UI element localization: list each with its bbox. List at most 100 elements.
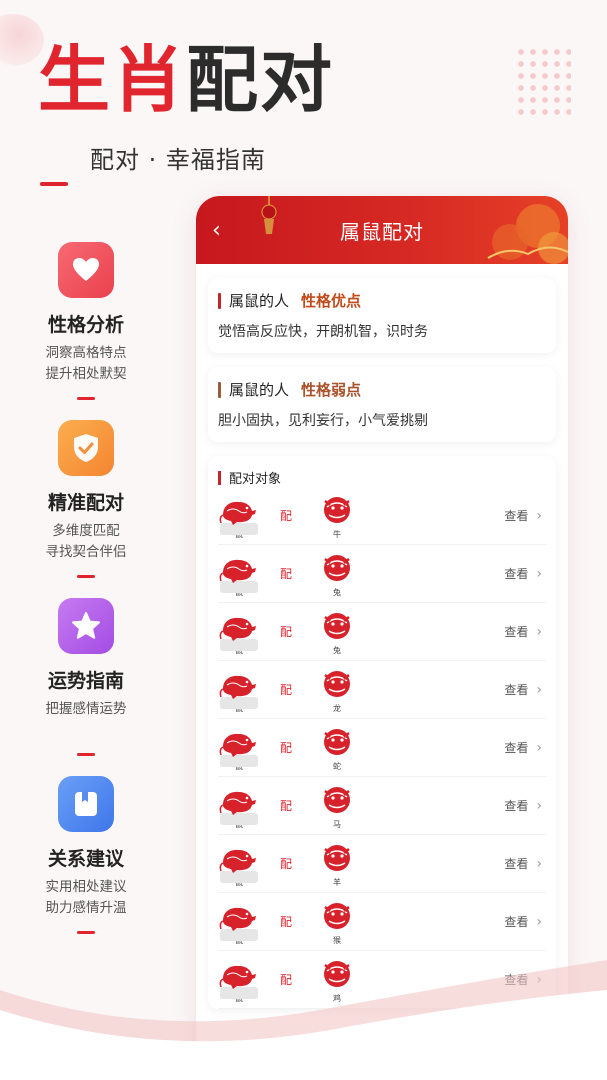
view-button[interactable]: 查看 › <box>504 681 546 698</box>
feature-desc-line: 实用相处建议 <box>45 879 127 895</box>
feature-desc-line: 助力感情升温 <box>45 900 127 916</box>
hero-subtitle: 配对 · 幸福指南 <box>90 146 266 174</box>
left-zodiac: 鼠 <box>218 957 260 1003</box>
feature-matching: 精准配对 多维度匹配 寻找契合伴侣 <box>0 420 172 578</box>
right-zodiac-name: 羊 <box>333 877 342 887</box>
feature-desc: 实用相处建议 助力感情升温 <box>0 877 172 919</box>
phone-header-title: 属鼠配对 <box>340 219 424 244</box>
view-button[interactable]: 查看 › <box>504 855 546 872</box>
right-zodiac: 牛 <box>316 493 358 539</box>
hero-underline <box>40 182 68 186</box>
view-button[interactable]: 查看 › <box>504 739 546 756</box>
heart-icon <box>58 242 114 298</box>
shield-check-icon <box>58 420 114 476</box>
feature-desc-line: 提升相处默契 <box>45 366 127 382</box>
left-zodiac: 鼠 <box>218 551 260 597</box>
right-zodiac-name: 蛇 <box>333 761 342 771</box>
view-button[interactable]: 查看 › <box>504 797 546 814</box>
right-zodiac-name: 马 <box>333 819 342 829</box>
view-button[interactable]: 查看 › <box>504 913 546 930</box>
feature-divider <box>77 575 95 578</box>
hero-title-red: 生肖 <box>38 38 187 122</box>
pair-label: 配 <box>280 915 293 929</box>
weaknesses-heading: 属鼠的人 性格弱点 <box>218 379 546 400</box>
right-zodiac: 马 <box>316 783 358 829</box>
match-row[interactable]: 鼠 配牛 查看 › <box>218 487 546 545</box>
view-label: 查看 <box>504 509 529 523</box>
right-zodiac-name: 兔 <box>333 587 342 597</box>
left-zodiac: 鼠 <box>218 783 260 829</box>
match-row[interactable]: 鼠 配蛇 查看 › <box>218 719 546 777</box>
pair-label: 配 <box>280 857 293 871</box>
phone-preview: ‹ 属鼠配对 属鼠的人 性格优点 觉悟高反应快，开朗机智，识时务 属鼠的人 性格… <box>196 196 568 1080</box>
left-zodiac: 鼠 <box>218 493 260 539</box>
chevron-right-icon: › <box>536 507 542 524</box>
chevron-right-icon: › <box>536 913 542 930</box>
left-zodiac: 鼠 <box>218 725 260 771</box>
hero-title-dark: 配对 <box>186 38 335 122</box>
feature-desc: 多维度匹配 寻找契合伴侣 <box>0 521 172 563</box>
view-button[interactable]: 查看 › <box>504 971 546 988</box>
view-button[interactable]: 查看 › <box>504 623 546 640</box>
match-rows: 鼠配牛查看›鼠配兔查看›鼠配兔查看›鼠配龙查看›鼠配蛇查看›鼠配马查看›鼠配羊查… <box>218 487 546 1009</box>
match-row[interactable]: 鼠 配兔 查看 › <box>218 603 546 661</box>
match-list: 配对对象 鼠配牛查看›鼠配兔查看›鼠配兔查看›鼠配龙查看›鼠配蛇查看›鼠配马查看… <box>208 456 556 1009</box>
strengths-prefix: 属鼠的人 <box>229 292 290 310</box>
chevron-right-icon: › <box>536 623 542 640</box>
chevron-right-icon: › <box>536 855 542 872</box>
view-label: 查看 <box>504 799 529 813</box>
match-row[interactable]: 鼠 配羊 查看 › <box>218 835 546 893</box>
feature-desc-line: 把握感情运势 <box>45 701 127 717</box>
lantern-decoration <box>261 196 277 234</box>
weaknesses-card: 属鼠的人 性格弱点 胆小固执，见利妄行，小气爱挑剔 <box>208 367 556 442</box>
feature-desc: 洞察高格特点 提升相处默契 <box>0 343 172 385</box>
weaknesses-prefix: 属鼠的人 <box>229 381 290 399</box>
right-zodiac-name: 猴 <box>333 935 342 945</box>
left-zodiac: 鼠 <box>218 667 260 713</box>
heading-bar <box>218 470 221 485</box>
pair-label: 配 <box>280 973 293 987</box>
star-icon <box>58 598 114 654</box>
strengths-card: 属鼠的人 性格优点 觉悟高反应快，开朗机智，识时务 <box>208 278 556 353</box>
right-zodiac: 兔 <box>316 609 358 655</box>
right-zodiac: 羊 <box>316 841 358 887</box>
view-label: 查看 <box>504 567 529 581</box>
feature-desc-line: 洞察高格特点 <box>45 345 127 361</box>
back-icon[interactable]: ‹ <box>212 218 221 243</box>
cloud-decoration <box>487 204 568 264</box>
match-row[interactable]: 鼠 配猴 查看 › <box>218 893 546 951</box>
match-row[interactable]: 鼠 配鸡 查看 › <box>218 951 546 1009</box>
right-zodiac: 兔 <box>316 551 358 597</box>
heading-bar <box>218 381 221 398</box>
strengths-heading: 属鼠的人 性格优点 <box>218 290 546 311</box>
view-button[interactable]: 查看 › <box>504 565 546 582</box>
pair-label: 配 <box>280 567 293 581</box>
feature-title: 关系建议 <box>47 848 124 870</box>
feature-advice: 关系建议 实用相处建议 助力感情升温 <box>0 776 172 934</box>
feature-title: 精准配对 <box>47 492 124 514</box>
view-label: 查看 <box>504 741 529 755</box>
weaknesses-label: 性格弱点 <box>301 381 362 399</box>
feature-fortune: 运势指南 把握感情运势 <box>0 598 172 756</box>
right-zodiac-name: 兔 <box>333 645 342 655</box>
right-zodiac: 龙 <box>316 667 358 713</box>
feature-title: 性格分析 <box>47 314 124 336</box>
feature-desc-line: 寻找契合伴侣 <box>45 544 127 560</box>
match-list-title-text: 配对对象 <box>229 472 282 487</box>
feature-title: 运势指南 <box>47 670 124 692</box>
chevron-right-icon: › <box>536 797 542 814</box>
feature-desc-line: 多维度匹配 <box>52 523 120 539</box>
match-row[interactable]: 鼠 配龙 查看 › <box>218 661 546 719</box>
feature-divider <box>77 931 95 934</box>
view-button[interactable]: 查看 › <box>504 507 546 524</box>
match-row[interactable]: 鼠 配兔 查看 › <box>218 545 546 603</box>
feature-divider <box>77 397 95 400</box>
book-icon <box>58 776 114 832</box>
right-zodiac-name: 牛 <box>333 529 342 539</box>
match-row[interactable]: 鼠 配马 查看 › <box>218 777 546 835</box>
chevron-right-icon: › <box>536 739 542 756</box>
right-zodiac-name: 鸡 <box>333 993 342 1003</box>
left-zodiac: 鼠 <box>218 609 260 655</box>
phone-header: ‹ 属鼠配对 <box>196 196 568 264</box>
feature-desc: 把握感情运势 <box>0 699 172 720</box>
